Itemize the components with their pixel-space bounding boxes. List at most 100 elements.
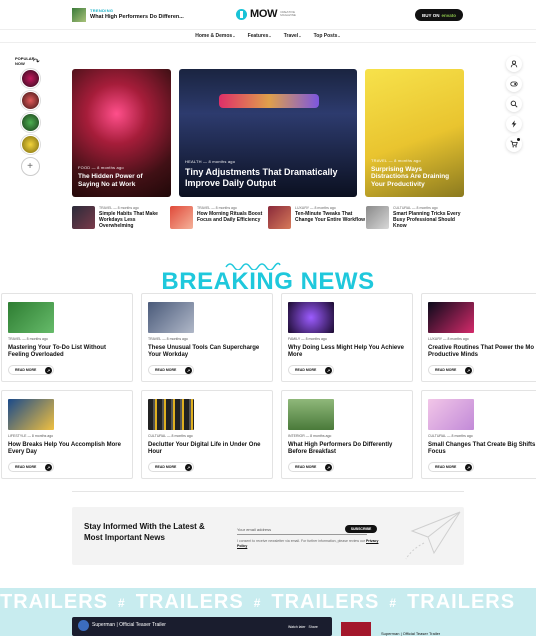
hero-card[interactable]: TRAVEL — 8 months ago Surprising Ways Di…	[365, 69, 464, 197]
hero-title[interactable]: Tiny Adjustments That Dramatically Impro…	[185, 167, 351, 189]
card-meta: CULTURAL — 8 months ago	[148, 434, 193, 438]
card-meta: LUXURY — 8 months ago	[428, 337, 469, 341]
card-thumbnail	[148, 302, 194, 333]
trending-title[interactable]: What High Performers Do Differen...	[90, 14, 184, 20]
post-thumbnail	[72, 206, 95, 229]
hero-meta: HEALTH — 8 months ago	[185, 159, 236, 165]
nav-travel[interactable]: Travel⌄	[284, 30, 302, 42]
card-thumbnail	[288, 399, 334, 430]
post-title[interactable]: Ten-Minute Tweaks That Change Your Entir…	[295, 211, 366, 223]
video-player[interactable]: Superman | Official Teaser Trailer Watch…	[72, 617, 332, 636]
cart-badge	[517, 138, 520, 141]
card-thumbnail	[8, 302, 54, 333]
playlist-thumbnail[interactable]	[341, 622, 371, 636]
card-meta: CULTURAL — 8 months ago	[428, 434, 473, 438]
subscribe-button[interactable]: SUBSCRIBE	[345, 525, 377, 533]
story-avatar[interactable]	[20, 113, 40, 132]
playlist-title[interactable]: Superman | Official Teaser Trailer	[381, 631, 440, 636]
news-card[interactable]: INTERIOR — 8 months ago What High Perfor…	[281, 390, 413, 479]
card-title[interactable]: Small Changes That Create Big Shifts in …	[428, 442, 536, 456]
news-grid-row: LIFESTYLE — 8 months ago How Breaks Help…	[1, 390, 536, 479]
hero-title[interactable]: The Hidden Power of Saying No at Work	[78, 173, 165, 189]
list-item[interactable]: LUXURY — 8 months ago Ten-Minute Tweaks T…	[268, 206, 366, 230]
story-avatar[interactable]	[20, 91, 40, 110]
card-thumbnail	[428, 399, 474, 430]
envato-brand: envato	[441, 12, 456, 18]
chevron-down-icon: ⌄	[232, 33, 236, 38]
popular-label: POPULAR NOW	[15, 56, 35, 66]
chevron-down-icon: ⌄	[337, 33, 341, 38]
list-item[interactable]: TRAVEL — 8 months ago How Morning Rituals…	[170, 206, 268, 230]
list-item[interactable]: CULTURAL — 8 months ago Smart Planning Tr…	[366, 206, 464, 230]
card-meta: INTERIOR — 8 months ago	[288, 434, 332, 438]
read-more-button[interactable]: READ MORE ↗	[288, 365, 334, 375]
share-button[interactable]: Share	[309, 625, 318, 629]
consent-text: I consent to receive newsletter via emai…	[237, 539, 379, 548]
news-card[interactable]: LIFESTYLE — 8 months ago How Breaks Help…	[1, 390, 133, 479]
hero-meta: TRAVEL — 8 months ago	[371, 157, 421, 163]
hero-title[interactable]: Surprising Ways Distractions Are Drainin…	[371, 166, 458, 189]
read-more-button[interactable]: READ MORE ↗	[148, 365, 194, 375]
post-title[interactable]: How Morning Rituals Boost Focus and Dail…	[197, 211, 268, 223]
read-more-button[interactable]: READ MORE ↗	[8, 365, 54, 375]
arrow-icon: ↗	[465, 464, 472, 471]
news-card[interactable]: LUXURY — 8 months ago Creative Routines …	[421, 293, 536, 382]
news-card[interactable]: CULTURAL — 8 months ago Declutter Your D…	[141, 390, 273, 479]
read-more-button[interactable]: READ MORE ↗	[148, 462, 194, 472]
post-title[interactable]: Smart Planning Tricks Every Busy Profess…	[393, 211, 464, 229]
list-item[interactable]: TRAVEL — 8 months ago Simple Habits That …	[72, 206, 170, 230]
logo-icon	[236, 8, 247, 20]
card-title[interactable]: Declutter Your Digital Life in Under One…	[148, 442, 268, 456]
cart-icon[interactable]	[506, 136, 522, 152]
search-icon[interactable]	[506, 96, 522, 112]
chevron-down-icon: ⌄	[298, 33, 302, 38]
arrow-icon: ↗	[185, 367, 192, 374]
top-bar: TRENDING What High Performers Do Differe…	[0, 0, 536, 30]
trending-post[interactable]: TRENDING What High Performers Do Differe…	[72, 8, 184, 22]
site-logo[interactable]: MOW CREATIVE MAGAZINE	[236, 8, 302, 20]
card-title[interactable]: Mastering Your To-Do List Without Feelin…	[8, 345, 128, 359]
floating-actions	[506, 56, 522, 152]
buy-on-envato-button[interactable]: BUY ON envato	[415, 9, 463, 21]
post-meta: TRAVEL — 8 months ago	[99, 206, 139, 210]
card-title[interactable]: What High Performers Do Differently Befo…	[288, 442, 408, 456]
read-more-button[interactable]: READ MORE ↗	[288, 462, 334, 472]
post-meta: TRAVEL — 8 months ago	[197, 206, 237, 210]
video-title[interactable]: Superman | Official Teaser Trailer	[92, 622, 166, 628]
breaking-news-section: BREAKING NEWS	[0, 258, 536, 294]
news-grid-row: TRAVEL — 8 months ago Mastering Your To-…	[1, 293, 536, 382]
story-avatar[interactable]	[20, 69, 40, 88]
settings-icon[interactable]	[506, 76, 522, 92]
read-more-button[interactable]: READ MORE ↗	[428, 462, 474, 472]
flash-icon[interactable]	[506, 116, 522, 132]
news-card[interactable]: TRAVEL — 8 months ago Mastering Your To-…	[1, 293, 133, 382]
trailers-marquee: TRAILERS # TRAILERS # TRAILERS # TRAILERS	[0, 591, 516, 613]
logo-text: MOW	[250, 8, 278, 20]
news-card[interactable]: FAMILY — 8 months ago Why Doing Less Mig…	[281, 293, 413, 382]
card-title[interactable]: These Unusual Tools Can Supercharge Your…	[148, 345, 268, 359]
card-title[interactable]: How Breaks Help You Accomplish More Ever…	[8, 442, 128, 456]
nav-home-demos[interactable]: Home & Demos⌄	[195, 30, 235, 42]
hero-meta: FOOD — 8 months ago	[78, 165, 124, 171]
news-card[interactable]: TRAVEL — 8 months ago These Unusual Tool…	[141, 293, 273, 382]
story-avatar[interactable]	[20, 135, 40, 154]
hero-card[interactable]: HEALTH — 8 months ago Tiny Adjustments T…	[179, 69, 357, 197]
add-story-button[interactable]: +	[20, 157, 40, 176]
user-icon[interactable]	[506, 56, 522, 72]
nav-top-posts[interactable]: Top Posts⌄	[314, 30, 341, 42]
read-more-button[interactable]: READ MORE ↗	[428, 365, 474, 375]
arrow-icon: ↗	[185, 464, 192, 471]
arrow-icon: ↗	[45, 464, 52, 471]
arrow-icon: ↗	[45, 367, 52, 374]
post-title[interactable]: Simple Habits That Make Workdays Less Ov…	[99, 211, 170, 229]
nav-features[interactable]: Features⌄	[248, 30, 272, 42]
newsletter-heading: Stay Informed With the Latest & Most Imp…	[84, 522, 205, 542]
card-title[interactable]: Creative Routines That Power the Mo Prod…	[428, 345, 536, 359]
card-thumbnail	[288, 302, 334, 333]
card-title[interactable]: Why Doing Less Might Help You Achieve Mo…	[288, 345, 408, 359]
read-more-button[interactable]: READ MORE ↗	[8, 462, 54, 472]
news-card[interactable]: CULTURAL — 8 months ago Small Changes Th…	[421, 390, 536, 479]
hero-card[interactable]: FOOD — 8 months ago The Hidden Power of …	[72, 69, 171, 197]
watch-later-button[interactable]: Watch later Share	[288, 625, 318, 629]
trending-tag: TRENDING	[90, 8, 114, 13]
